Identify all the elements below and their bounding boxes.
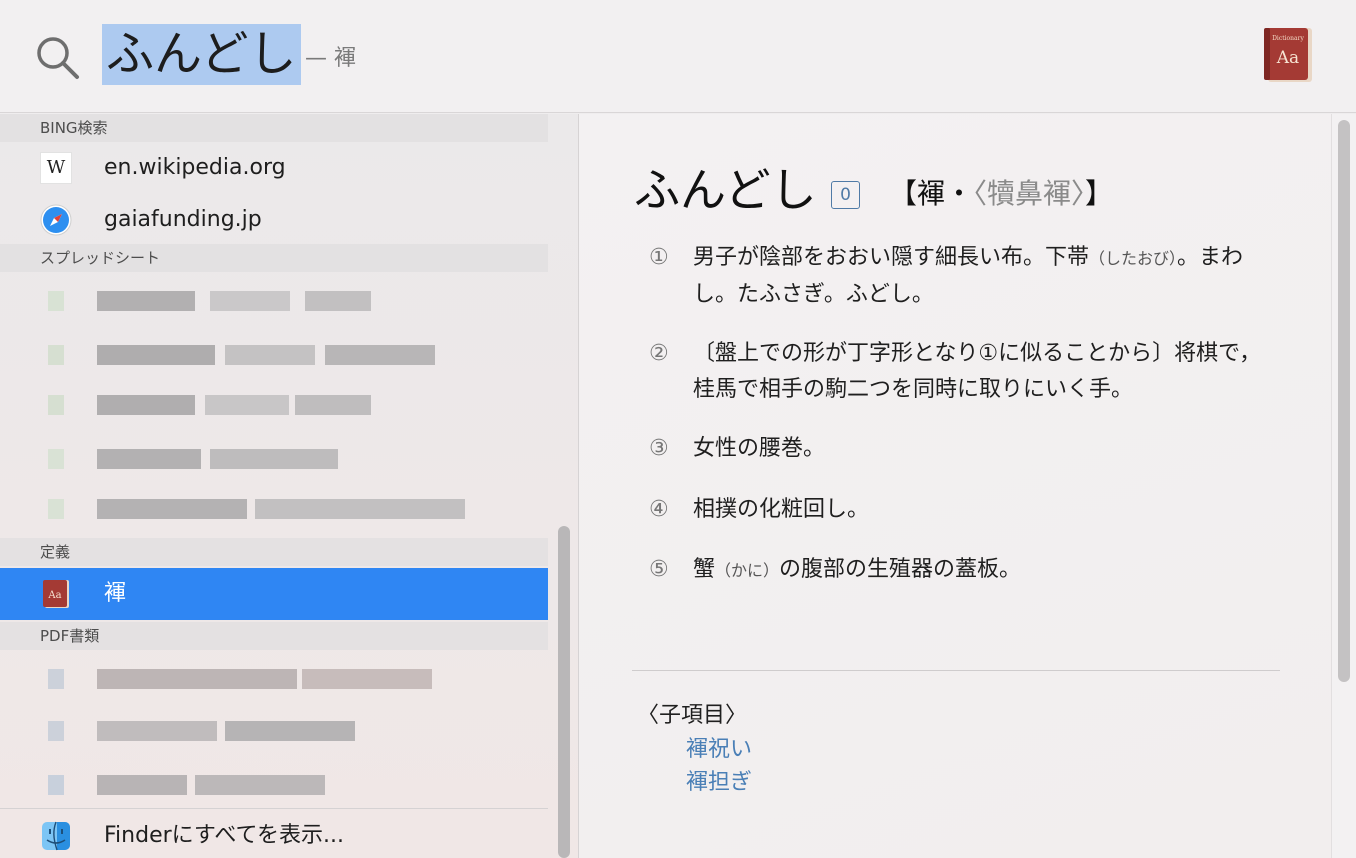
search-input[interactable]: ふんどし: [102, 24, 301, 85]
notation-open: 【褌・: [889, 177, 974, 210]
sense-text: 男子が陰部をおおい隠す細長い布。下帯（したおび）。まわし。たふさぎ。ふどし。: [693, 240, 1269, 313]
kanji-notation: 【褌・〈犢鼻褌〉】: [889, 174, 1113, 214]
sense-number: ⑤: [649, 557, 669, 582]
notation-close: 】: [1085, 177, 1114, 210]
sense-reading: （したおび）: [1089, 249, 1178, 268]
preview-scrollbar[interactable]: [1331, 114, 1356, 858]
sense-2: ② 〔盤上での形が丁字形となり①に似ることから〕将棋で，桂馬で相手の駒二つを同時…: [649, 336, 1269, 408]
blurred-result[interactable]: [40, 770, 490, 800]
sense-text: 〔盤上での形が丁字形となり①に似ることから〕将棋で，桂馬で相手の駒二つを同時に取…: [693, 341, 1262, 402]
result-item-definition[interactable]: Aa 褌: [0, 568, 548, 620]
show-all-in-finder[interactable]: Finderにすべてを表示...: [0, 810, 548, 858]
dictionary-preview: ふんどし 0 【褌・〈犢鼻褌〉】 ① 男子が陰部をおおい隠す細長い布。下帯（した…: [579, 114, 1356, 858]
dictionary-icon: Dictionary Aa: [1264, 28, 1312, 82]
subitem-link[interactable]: 褌祝い: [686, 734, 752, 766]
section-header-spreadsheet: スプレッドシート: [0, 244, 548, 272]
spotlight-search-bar: ふんどし — 褌 Dictionary Aa: [0, 0, 1356, 113]
sense-number: ③: [649, 436, 669, 461]
headword-badge: 0: [831, 181, 860, 209]
dictionary-icon: Aa: [43, 580, 69, 608]
blurred-result[interactable]: [40, 716, 490, 746]
svg-text:Dictionary: Dictionary: [1272, 35, 1304, 42]
sense-4: ④ 相撲の化粧回し。: [649, 492, 1269, 528]
search-completion-hint: — 褌: [305, 46, 356, 71]
sense-text: 女性の腰巻。: [693, 436, 826, 461]
result-item-wikipedia[interactable]: W en.wikipedia.org: [0, 142, 548, 194]
search-icon: [37, 37, 79, 79]
sense-number: ①: [649, 245, 669, 270]
sense-text-rest: の腹部の生殖器の蓋板。: [779, 557, 1022, 582]
blurred-result[interactable]: [40, 286, 490, 316]
result-label: 褌: [104, 581, 127, 606]
headword: ふんどし: [634, 163, 817, 217]
sense-number: ④: [649, 497, 669, 522]
results-list: BING検索 W en.wikipedia.org gaiafunding.jp…: [0, 114, 578, 858]
sense-3: ③ 女性の腰巻。: [649, 431, 1269, 467]
footer-divider: [0, 808, 548, 809]
notation-alt: 〈犢鼻褌〉: [973, 177, 1086, 210]
sense-number: ②: [649, 341, 669, 366]
wikipedia-icon: W: [40, 152, 72, 184]
sense-text-main: 蟹: [693, 557, 716, 582]
sense-text: 蟹（かに）の腹部の生殖器の蓋板。: [693, 552, 1269, 589]
sense-text-main: 男子が陰部をおおい隠す細長い布。下帯: [693, 245, 1090, 270]
blurred-result[interactable]: [40, 340, 490, 370]
sense-reading: （かに）: [715, 561, 780, 580]
subitems-header: 〈子項目〉: [637, 703, 748, 728]
blurred-result[interactable]: [40, 664, 490, 694]
result-label: en.wikipedia.org: [104, 155, 286, 180]
blurred-result[interactable]: [40, 444, 490, 474]
sense-1: ① 男子が陰部をおおい隠す細長い布。下帯（したおび）。まわし。たふさぎ。ふどし。: [649, 240, 1269, 313]
svg-text:Aa: Aa: [47, 590, 61, 601]
svg-text:Aa: Aa: [1276, 48, 1299, 68]
sense-text: 相撲の化粧回し。: [693, 497, 870, 522]
section-header-pdf: PDF書類: [0, 622, 548, 650]
result-label: gaiafunding.jp: [104, 207, 262, 232]
results-scrollbar[interactable]: [558, 526, 570, 858]
blurred-result[interactable]: [40, 390, 490, 420]
subitem-link[interactable]: 褌担ぎ: [686, 767, 752, 799]
section-header-bing: BING検索: [0, 114, 548, 142]
safari-icon: [40, 204, 72, 236]
preview-divider: [632, 670, 1280, 671]
result-item-gaiafunding[interactable]: gaiafunding.jp: [0, 194, 548, 246]
sense-5: ⑤ 蟹（かに）の腹部の生殖器の蓋板。: [649, 552, 1269, 589]
finder-icon: [42, 821, 70, 851]
section-header-definition: 定義: [0, 538, 548, 566]
result-label: Finderにすべてを表示...: [104, 823, 344, 848]
preview-scrollbar-thumb[interactable]: [1338, 120, 1350, 682]
blurred-result[interactable]: [40, 494, 490, 524]
